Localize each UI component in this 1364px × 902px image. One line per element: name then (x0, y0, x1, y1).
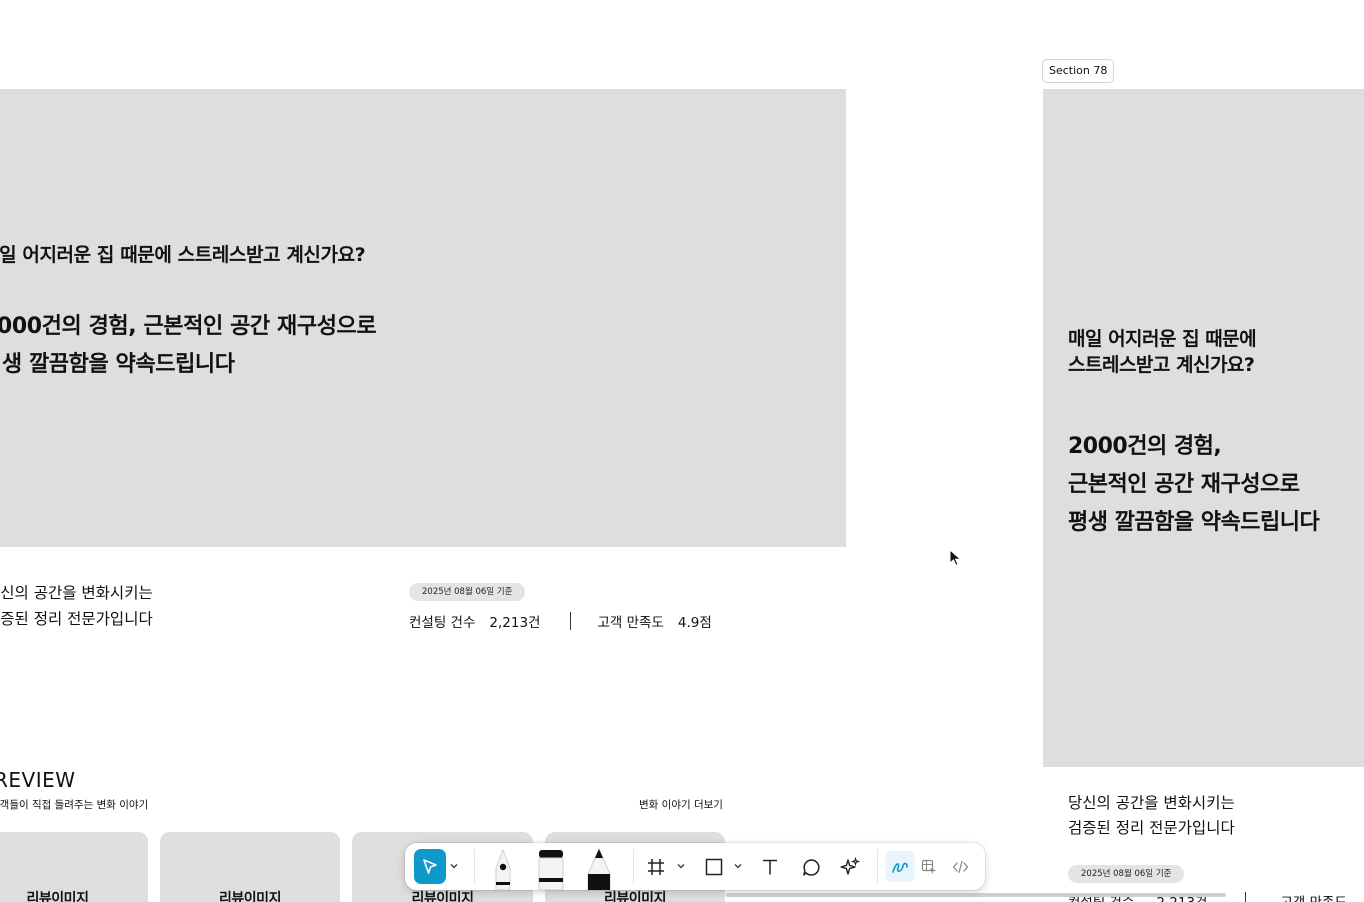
toolbar-divider (474, 849, 475, 884)
code-brackets-icon (952, 860, 968, 874)
move-tool-button[interactable] (414, 849, 446, 884)
stats-date-badge: 2025년 08월 06일 기준 (409, 583, 526, 601)
comment-tool-button[interactable] (800, 856, 822, 878)
hero-question: 매일 어지러운 집 때문에 스트레스받고 계신가요? (1068, 326, 1257, 378)
intro-text-right: 당신의 공간을 변화시키는 검증된 정리 전문가입니다 (1068, 791, 1235, 841)
hero-heading: 2000건의 경험, 근본적인 공간 재구성으로 평생 깔끔함을 약속드립니다 (0, 308, 377, 384)
mouse-cursor-icon (949, 549, 962, 567)
review-card[interactable]: 리뷰이미지 (0, 832, 148, 902)
hero-heading-line: 2000건의 경험, (1068, 434, 1222, 459)
horizontal-scrollbar[interactable] (726, 893, 1226, 897)
hero-heading-line: 근본적인 공간 재구성으로 (1068, 472, 1300, 497)
dev-mode-button[interactable] (949, 856, 971, 878)
hero-question-line: 스트레스받고 계신가요? (1068, 354, 1255, 376)
pen-tool-button[interactable] (487, 846, 519, 890)
intro-line: 당신의 공간을 변화시키는 (1068, 794, 1235, 812)
intro-line: 당신의 공간을 변화시키는 (0, 584, 153, 602)
pencil-icon (587, 847, 611, 890)
hero-question-line: 매일 어지러운 집 때문에 (1068, 328, 1257, 350)
chevron-down-icon[interactable] (449, 860, 459, 872)
review-title: REVIEW (0, 768, 76, 792)
hero-question: 매일 어지러운 집 때문에 스트레스받고 계신가요? (0, 244, 366, 266)
review-card[interactable]: 리뷰이미지 (160, 832, 340, 902)
bottom-toolbar (405, 843, 985, 890)
stat-satisfaction-value: 4.9점 (677, 615, 712, 631)
text-t-icon (763, 859, 777, 875)
intro-text-left: 당신의 공간을 변화시키는 검증된 정리 전문가입니다 (0, 580, 153, 632)
stats-date-badge: 2025년 08월 06일 기준 (1068, 865, 1185, 883)
shape-tool-button[interactable] (703, 856, 725, 878)
toolbar-divider (633, 849, 634, 884)
hero-heading-line: 평생 깔끔함을 약속드립니다 (0, 352, 235, 377)
stats-divider (1245, 892, 1247, 902)
squiggle-icon (892, 862, 908, 873)
hero-frame-left[interactable]: 매일 어지러운 집 때문에 스트레스받고 계신가요? 2000건의 경험, 근본… (0, 89, 846, 547)
text-tool-button[interactable] (759, 856, 781, 878)
stat-satisfaction-label: 고객 만족도 (597, 615, 664, 631)
hero-heading-line: 2000건의 경험, 근본적인 공간 재구성으로 (0, 314, 377, 339)
pencil-tool-button[interactable] (583, 846, 615, 890)
intro-line: 검증된 정리 전문가입니다 (0, 610, 153, 628)
stat-satisfaction-label: 고객 만족도 (1280, 891, 1346, 902)
square-icon (705, 858, 723, 876)
speech-bubble-icon (802, 858, 820, 876)
intro-line: 검증된 정리 전문가입니다 (1068, 819, 1235, 837)
stat-consulting-value: 2,213건 (489, 615, 541, 631)
hero-heading: 2000건의 경험, 근본적인 공간 재구성으로 평생 깔끔함을 약속드립니다 (1068, 428, 1320, 542)
design-mode-button[interactable] (918, 856, 940, 878)
review-subtitle: 고객들이 직접 들려주는 변화 이야기 (0, 799, 149, 811)
chevron-down-icon[interactable] (733, 860, 743, 872)
marker-tool-button[interactable] (535, 846, 567, 890)
chevron-down-icon[interactable] (676, 860, 686, 872)
hero-frame-right[interactable]: 매일 어지러운 집 때문에 스트레스받고 계신가요? 2000건의 경험, 근본… (1043, 89, 1364, 767)
review-more-link[interactable]: 변화 이야기 더보기 (639, 797, 723, 812)
fountain-pen-icon (495, 848, 511, 890)
section-label[interactable]: Section 78 (1042, 59, 1115, 83)
stats-divider (570, 612, 572, 630)
stat-consulting-label: 컨설팅 건수 (409, 615, 476, 631)
ai-tool-button[interactable] (839, 856, 861, 878)
frame-tool-button[interactable] (645, 856, 667, 878)
marker-icon (538, 850, 564, 890)
draw-mode-button[interactable] (885, 851, 915, 882)
sparkle-icon (840, 857, 860, 875)
hash-frame-icon (648, 859, 664, 875)
pointer-icon (423, 858, 437, 874)
toolbar-divider (877, 849, 878, 884)
hero-heading-line: 평생 깔끔함을 약속드립니다 (1068, 510, 1320, 535)
palette-cursor-icon (921, 859, 936, 874)
stats-row-left: 컨설팅 건수 2,213건 고객 만족도 4.9점 (409, 611, 712, 631)
